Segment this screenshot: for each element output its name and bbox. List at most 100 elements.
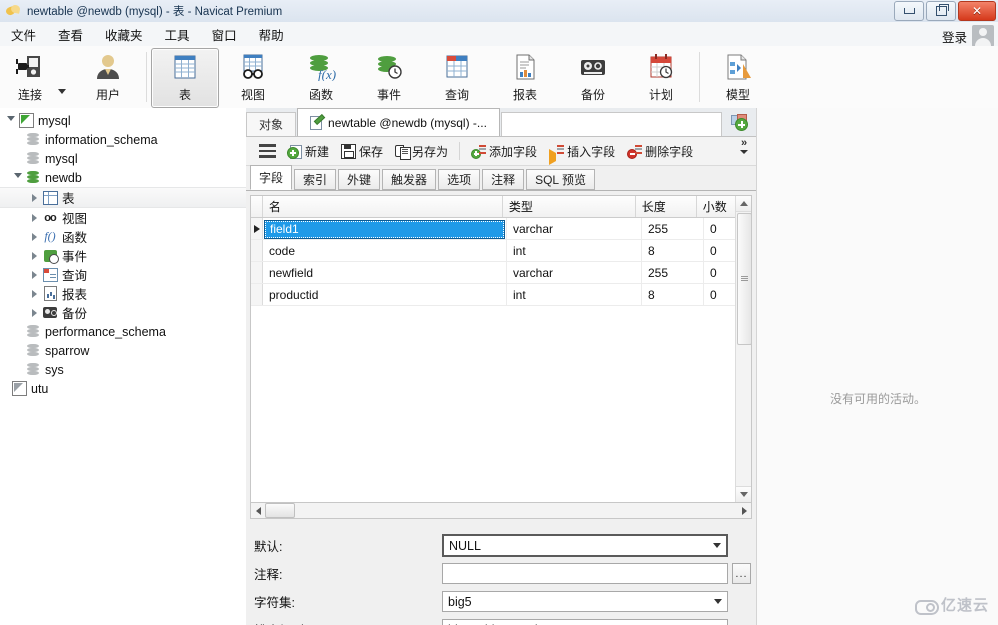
scroll-left-arrow-icon[interactable] — [251, 504, 265, 517]
toolbar-overflow-button[interactable]: » — [736, 138, 752, 154]
chevron-right-icon[interactable] — [28, 270, 41, 279]
scroll-right-arrow-icon[interactable] — [737, 504, 751, 517]
avatar[interactable] — [972, 25, 994, 47]
tree-item-mysql-db[interactable]: mysql — [0, 149, 246, 168]
collation-combo[interactable]: big5_chinese_ci — [442, 619, 728, 625]
scroll-down-arrow-icon[interactable] — [736, 486, 751, 502]
grid-horizontal-scrollbar[interactable] — [250, 503, 752, 519]
cell-name[interactable]: productid — [263, 284, 507, 305]
tab-objects[interactable]: 对象 — [246, 112, 297, 136]
chevron-down-icon[interactable] — [709, 620, 727, 625]
tree-item-connection-utu[interactable]: utu — [0, 379, 246, 398]
menu-view[interactable]: 查看 — [47, 22, 94, 47]
chevron-right-icon[interactable] — [28, 251, 41, 260]
toolbar-button-model[interactable]: 模型 — [704, 48, 772, 108]
toolbar-button-table[interactable]: 表 — [151, 48, 219, 108]
chevron-right-icon[interactable] — [28, 193, 41, 202]
toolbar-button-query[interactable]: 查询 — [423, 48, 491, 108]
chevron-down-icon[interactable] — [708, 536, 726, 555]
cell-name[interactable]: field1 — [263, 218, 507, 239]
charset-combo[interactable]: big5 — [442, 591, 728, 612]
tree-item-events[interactable]: 事件 — [0, 246, 246, 265]
tree-item-information-schema[interactable]: information_schema — [0, 130, 246, 149]
minimize-button[interactable] — [894, 1, 924, 21]
cell-length[interactable]: 8 — [642, 284, 704, 305]
tree-item-performance-schema[interactable]: performance_schema — [0, 322, 246, 341]
menu-tools[interactable]: 工具 — [154, 22, 201, 47]
scrollbar-thumb[interactable] — [265, 503, 295, 518]
tree-item-sys[interactable]: sys — [0, 360, 246, 379]
maximize-button[interactable] — [926, 1, 956, 21]
close-button[interactable]: ✕ — [958, 1, 996, 21]
sub-tab-sql-preview[interactable]: SQL 预览 — [526, 169, 595, 190]
sub-tab-comment[interactable]: 注释 — [482, 169, 525, 190]
cell-type[interactable]: int — [507, 284, 642, 305]
table-row[interactable]: code int 8 0 — [251, 240, 751, 262]
cell-length[interactable]: 255 — [642, 262, 704, 283]
grid-vertical-scrollbar[interactable] — [735, 196, 751, 502]
cell-type[interactable]: int — [507, 240, 642, 261]
sidebar-tree-panel[interactable]: mysql information_schema mysql newdb 表 o… — [0, 108, 247, 625]
sub-tab-options[interactable]: 选项 — [438, 169, 481, 190]
column-header-name[interactable]: 名 — [263, 196, 503, 217]
save-as-button[interactable]: 另存为 — [389, 139, 454, 164]
table-row[interactable]: productid int 8 0 — [251, 284, 751, 306]
chevron-right-icon[interactable] — [28, 308, 41, 317]
new-object-tab-button[interactable] — [722, 109, 756, 136]
cell-type[interactable]: varchar — [507, 218, 642, 239]
sub-tab-indexes[interactable]: 索引 — [294, 169, 337, 190]
insert-field-button[interactable]: 插入字段 — [543, 139, 621, 165]
cell-type[interactable]: varchar — [507, 262, 642, 283]
tree-item-connection-mysql[interactable]: mysql — [0, 111, 246, 130]
menu-hamburger-icon[interactable] — [252, 144, 282, 158]
sub-tab-foreign-keys[interactable]: 外键 — [338, 169, 381, 190]
menu-file[interactable]: 文件 — [0, 22, 47, 47]
sub-tab-triggers[interactable]: 触发器 — [382, 169, 437, 190]
tree-item-reports[interactable]: 报表 — [0, 284, 246, 303]
comment-input[interactable] — [442, 563, 728, 584]
toolbar-button-report[interactable]: 报表 — [491, 48, 559, 108]
menu-favorites[interactable]: 收藏夹 — [94, 22, 154, 47]
toolbar-button-function[interactable]: f(x) 函数 — [287, 48, 355, 108]
column-header-decimals[interactable]: 小数 — [697, 196, 737, 217]
cell-name-editor[interactable]: field1 — [264, 219, 505, 239]
add-field-button[interactable]: 添加字段 — [465, 139, 543, 164]
default-value-combo[interactable]: NULL — [442, 534, 728, 557]
cell-length[interactable]: 8 — [642, 240, 704, 261]
toolbar-button-schedule[interactable]: 计划 — [627, 48, 695, 108]
chevron-right-icon[interactable] — [28, 289, 41, 298]
cell-name[interactable]: newfield — [263, 262, 507, 283]
new-button[interactable]: 新建 — [282, 139, 335, 164]
cell-length[interactable]: 255 — [642, 218, 704, 239]
connection-dropdown-caret[interactable] — [58, 88, 66, 94]
chevron-down-icon[interactable] — [709, 592, 727, 611]
chevron-down-icon[interactable] — [4, 116, 17, 125]
tree-item-newdb[interactable]: newdb — [0, 168, 246, 187]
tree-item-backups[interactable]: 备份 — [0, 303, 246, 322]
table-row[interactable]: field1 varchar 255 0 — [251, 218, 751, 240]
comment-browse-button[interactable]: ... — [732, 563, 751, 584]
login-link[interactable]: 登录 — [942, 27, 967, 46]
cell-name[interactable]: code — [263, 240, 507, 261]
scrollbar-thumb[interactable] — [737, 213, 751, 345]
table-row[interactable]: newfield varchar 255 0 — [251, 262, 751, 284]
toolbar-button-connection[interactable]: 连接 — [0, 48, 60, 108]
save-button[interactable]: 保存 — [335, 139, 389, 164]
toolbar-button-view[interactable]: 视图 — [219, 48, 287, 108]
tab-newtable-editor[interactable]: newtable @newdb (mysql) -... — [297, 108, 500, 136]
tree-item-sparrow[interactable]: sparrow — [0, 341, 246, 360]
tree-item-views[interactable]: oo 视图 — [0, 208, 246, 227]
menu-help[interactable]: 帮助 — [248, 22, 295, 47]
toolbar-button-backup[interactable]: 备份 — [559, 48, 627, 108]
tree-item-tables[interactable]: 表 — [0, 187, 246, 208]
chevron-right-icon[interactable] — [28, 232, 41, 241]
column-header-type[interactable]: 类型 — [503, 196, 636, 217]
tree-item-functions[interactable]: f() 函数 — [0, 227, 246, 246]
chevron-right-icon[interactable] — [28, 213, 41, 222]
field-grid[interactable]: 名 类型 长度 小数 field1 varchar 255 0 code int… — [250, 195, 752, 503]
tree-item-queries[interactable]: 查询 — [0, 265, 246, 284]
chevron-down-icon[interactable] — [11, 173, 24, 182]
column-header-length[interactable]: 长度 — [636, 196, 697, 217]
scroll-up-arrow-icon[interactable] — [736, 196, 751, 212]
toolbar-button-event[interactable]: 事件 — [355, 48, 423, 108]
